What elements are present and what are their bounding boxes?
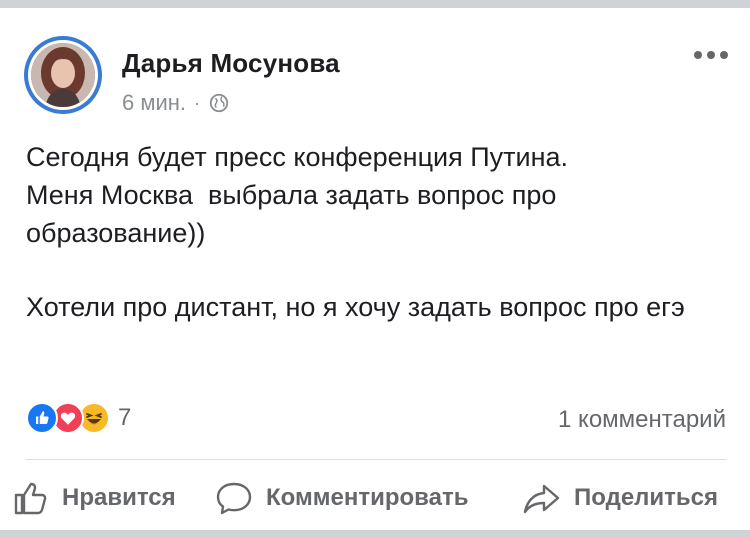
divider [26,459,726,460]
reactions-count: 7 [118,404,132,431]
feed-separator-top [0,0,750,8]
comment-label: Комментировать [266,484,469,511]
action-bar: Нравится Комментировать Поделиться [0,478,750,524]
thumbs-up-icon [14,482,47,515]
post-meta: 6 мин. · [122,90,230,116]
post-text: Сегодня будет пресс конференция Путина. … [26,138,726,326]
avatar-photo [31,43,95,107]
more-options-icon[interactable] [694,48,728,62]
like-button[interactable]: Нравится [10,478,176,518]
comment-icon [216,482,252,515]
post-time[interactable]: 6 мин. [122,90,186,116]
feed-separator-bottom [0,530,750,538]
post-paragraph: Сегодня будет пресс конференция Путина. … [26,142,569,248]
like-icon [26,402,58,434]
share-icon [523,484,560,514]
reactions-summary[interactable]: 7 [26,402,131,434]
post-paragraph: Хотели про дистант, но я хочу задать воп… [26,292,685,322]
share-label: Поделиться [574,484,719,511]
post-card: Дарья Мосунова 6 мин. · Сегодня будет пр… [0,8,750,530]
avatar[interactable] [24,36,102,114]
comments-count[interactable]: 1 комментарий [558,406,726,434]
share-button[interactable]: Поделиться [522,478,718,518]
like-label: Нравится [62,484,176,511]
comment-button[interactable]: Комментировать [214,478,468,518]
globe-icon[interactable] [208,92,230,114]
meta-separator: · [194,92,201,113]
author-name[interactable]: Дарья Мосунова [122,48,340,79]
